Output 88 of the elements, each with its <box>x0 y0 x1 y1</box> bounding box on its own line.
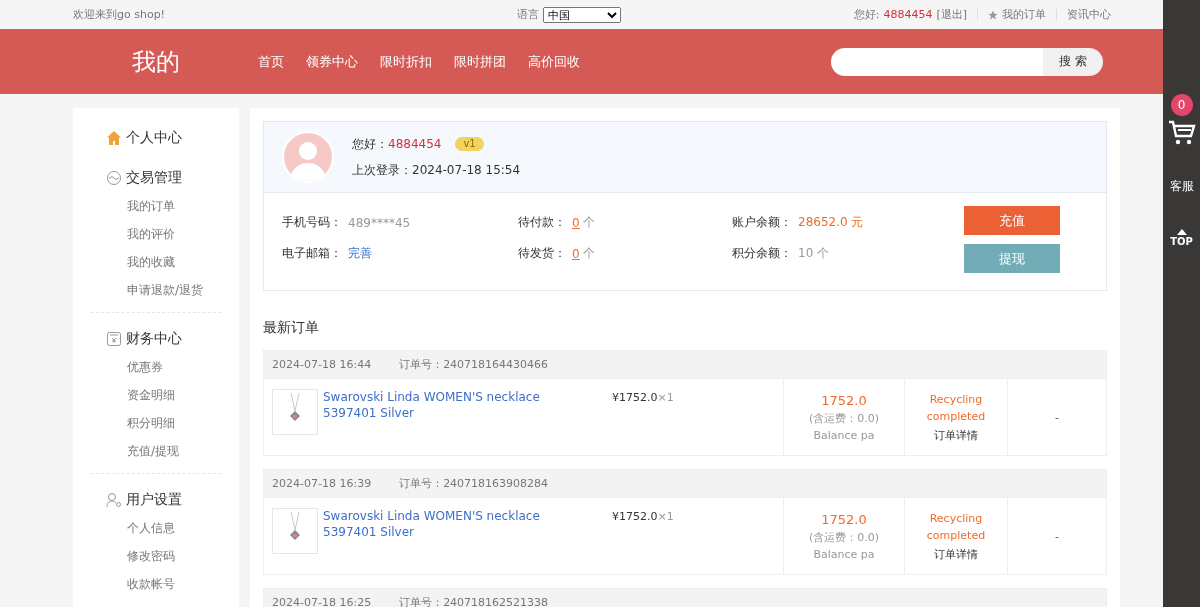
search-button[interactable]: 搜 索 <box>1043 47 1103 76</box>
order-status: Recycling completed <box>925 511 987 544</box>
order-status: Recycling completed <box>925 392 987 425</box>
language-select[interactable]: 中国 <box>543 6 622 23</box>
necklace-thumbnail-icon <box>272 389 318 435</box>
product-price: ¥1752.0×1 <box>612 391 674 404</box>
sidebar-item[interactable]: 优惠券 <box>91 353 221 381</box>
page-title: 我的 <box>132 46 181 78</box>
sidebar-section-title[interactable]: 交易管理 <box>126 169 182 187</box>
nav-link[interactable]: 高价回收 <box>528 52 580 71</box>
stat-value: 10 个 <box>798 245 830 262</box>
stat-label: 账户余额： <box>732 214 792 231</box>
cart-count-badge: 0 <box>1170 94 1193 116</box>
logout-link[interactable]: [退出] <box>936 7 967 22</box>
welcome-text: 欢迎来到go shop! <box>73 7 166 22</box>
sidebar-section-title[interactable]: 个人中心 <box>126 129 182 147</box>
wallet-icon <box>106 331 122 347</box>
my-orders-link[interactable]: 我的订单 <box>1002 7 1046 22</box>
payment-method: Balance pa <box>813 428 875 442</box>
order-time: 2024-07-18 16:25 <box>272 596 372 607</box>
home-icon <box>106 130 122 146</box>
stat-value: 489****45 <box>348 215 411 230</box>
stat-count-link[interactable]: 0 <box>572 246 580 261</box>
customer-service-link[interactable]: 客服 <box>1169 178 1194 195</box>
sidebar-item[interactable]: 修改密码 <box>91 542 221 570</box>
cart-icon[interactable] <box>1167 120 1196 146</box>
back-to-top-link[interactable]: TOP <box>1170 236 1193 247</box>
order-time: 2024-07-18 16:39 <box>272 477 372 490</box>
stat-label: 手机号码： <box>282 214 342 231</box>
last-login-label: 上次登录： <box>352 161 412 179</box>
sidebar-item[interactable]: 资金明细 <box>91 381 221 409</box>
sidebar-item[interactable]: 充值/提现 <box>91 437 221 465</box>
greeting-label: 您好: <box>853 7 880 22</box>
product-link[interactable]: Swarovski Linda WOMEN'S necklace 5397401 Silver <box>323 389 583 421</box>
nav-link[interactable]: 领券中心 <box>306 52 358 71</box>
stat-label: 电子邮箱： <box>282 245 342 262</box>
sidebar-section-title[interactable]: 用户设置 <box>126 491 182 509</box>
sidebar-item[interactable]: 积分明细 <box>91 409 221 437</box>
stat-link[interactable]: 完善 <box>348 245 372 262</box>
order-number: 订单号：240718162521338 <box>399 595 549 607</box>
order-number: 订单号：240718164430466 <box>399 357 549 372</box>
nav-link[interactable]: 限时拼团 <box>454 52 506 71</box>
stat-label: 待付款： <box>518 214 566 231</box>
withdraw-button[interactable]: 提现 <box>964 244 1060 273</box>
necklace-thumbnail-icon <box>272 508 318 554</box>
caret-up-icon <box>1176 229 1187 235</box>
search-field[interactable] <box>831 47 1043 76</box>
nav-link[interactable]: 首页 <box>258 52 284 71</box>
user-settings-icon <box>106 492 122 508</box>
last-login-time: 2024-07-18 15:54 <box>412 163 521 177</box>
sidebar-item[interactable]: 个人信息 <box>91 514 221 542</box>
stat-label: 积分余额： <box>732 245 792 262</box>
sidebar-item[interactable]: 申请退款/退货 <box>91 276 221 304</box>
sidebar-item[interactable]: 我的收藏 <box>91 248 221 276</box>
level-badge: v1 <box>455 137 484 151</box>
order-detail-link[interactable]: 订单详情 <box>934 547 978 562</box>
language-label: 语言 <box>517 7 540 22</box>
nav-link[interactable]: 限时折扣 <box>380 52 432 71</box>
order-total: 1752.0 <box>821 511 867 527</box>
order-number: 订单号：240718163908284 <box>399 476 549 491</box>
shipping-fee: (含运费：0.0) <box>808 529 880 545</box>
sidebar-item[interactable]: 我的订单 <box>91 192 221 220</box>
stat-value: 28652.0 元 <box>798 214 864 231</box>
order-action: - <box>1055 529 1059 543</box>
star-icon <box>988 9 998 20</box>
order-total: 1752.0 <box>821 392 867 408</box>
stat-count-link[interactable]: 0 <box>572 215 580 230</box>
section-title: 最新订单 <box>263 319 320 337</box>
exchange-icon <box>106 170 122 186</box>
recharge-button[interactable]: 充值 <box>964 206 1060 235</box>
news-link[interactable]: 资讯中心 <box>1067 7 1111 22</box>
username-link[interactable]: 4884454 <box>883 8 933 21</box>
sidebar-item[interactable]: 收款帐号 <box>91 570 221 598</box>
stat-unit: 个 <box>582 214 595 231</box>
payment-method: Balance pa <box>813 547 875 561</box>
order-time: 2024-07-18 16:44 <box>272 358 372 371</box>
shipping-fee: (含运费：0.0) <box>808 410 880 426</box>
product-price: ¥1752.0×1 <box>612 510 674 523</box>
sidebar-item[interactable]: 我的评价 <box>91 220 221 248</box>
order-detail-link[interactable]: 订单详情 <box>934 428 978 443</box>
stat-label: 待发货： <box>518 245 566 262</box>
stat-unit: 个 <box>582 245 595 262</box>
greeting-label: 您好： <box>352 135 388 153</box>
product-link[interactable]: Swarovski Linda WOMEN'S necklace 5397401 Silver <box>323 508 583 540</box>
sidebar-section-title[interactable]: 财务中心 <box>126 330 182 348</box>
avatar-icon <box>282 131 334 183</box>
username-text: 4884454 <box>388 137 442 151</box>
order-action: - <box>1055 410 1059 424</box>
